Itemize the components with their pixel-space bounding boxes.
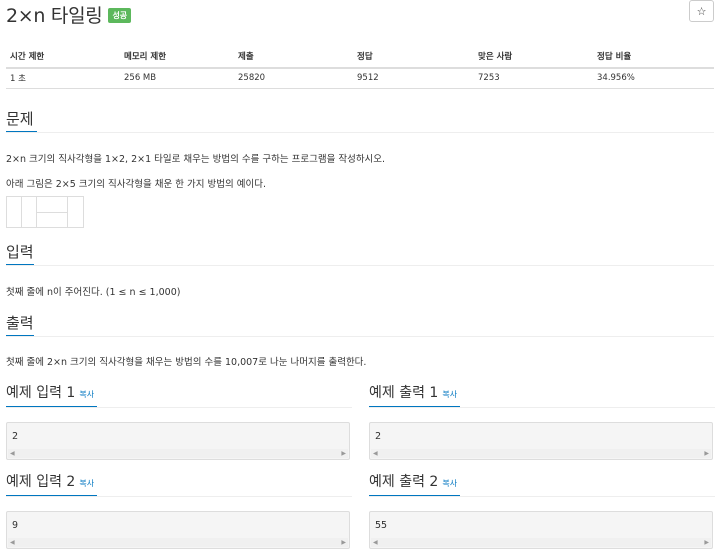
tile-vertical (67, 196, 84, 228)
tiling-figure (6, 196, 84, 228)
info-header: 맞은 사람 (474, 44, 593, 69)
sample-title-text: 예제 출력 1 (369, 385, 439, 401)
sample-title-text: 예제 입력 2 (6, 474, 76, 490)
sample-box[interactable]: 9 ◀ ▶ (6, 511, 350, 549)
problem-example-caption: 아래 그림은 2×5 크기의 직사각형을 채운 한 가지 방법의 예이다. (6, 179, 267, 190)
status-badge: 성공 (108, 8, 132, 23)
scroll-left-icon[interactable]: ◀ (10, 539, 15, 546)
copy-link[interactable]: 복사 (442, 390, 457, 399)
tile-horizontal (36, 212, 68, 228)
section-divider (6, 336, 714, 337)
info-header: 정답 (353, 44, 474, 69)
input-heading: 입력 (6, 241, 34, 266)
scroll-left-icon[interactable]: ◀ (373, 450, 378, 457)
star-icon: ☆ (696, 4, 707, 18)
copy-link[interactable]: 복사 (79, 390, 94, 399)
scroll-right-icon[interactable]: ▶ (341, 539, 346, 546)
sample-box[interactable]: 2 ◀ ▶ (369, 422, 713, 460)
info-header: 메모리 제한 (120, 44, 234, 69)
sample-title-text: 예제 입력 1 (6, 385, 76, 401)
problem-heading: 문제 (6, 108, 37, 133)
info-value: 34.956% (593, 68, 714, 89)
info-header: 시간 제한 (6, 44, 120, 69)
section-divider (369, 496, 715, 497)
section-divider (6, 496, 352, 497)
sample-value: 9 (12, 520, 19, 531)
info-value: 1 초 (6, 68, 120, 89)
sample-title: 예제 입력 2 복사 (6, 471, 94, 491)
sample-title: 예제 출력 2 복사 (369, 471, 457, 491)
sample-title: 예제 출력 1 복사 (369, 382, 457, 402)
section-divider (6, 265, 714, 266)
info-value: 25820 (234, 68, 353, 89)
section-divider (6, 132, 714, 133)
title-row: 2×n 타일링 성공 (6, 0, 132, 28)
info-header: 정답 비율 (593, 44, 714, 69)
problem-title: 2×n 타일링 (6, 4, 103, 27)
sample-title-text: 예제 출력 2 (369, 474, 439, 490)
output-heading: 출력 (6, 312, 34, 337)
tile-horizontal (36, 196, 68, 213)
info-value: 256 MB (120, 68, 234, 89)
scroll-right-icon[interactable]: ▶ (341, 450, 346, 457)
section-divider (369, 407, 715, 408)
scroll-left-icon[interactable]: ◀ (373, 539, 378, 546)
info-value: 9512 (353, 68, 474, 89)
sample-value: 2 (375, 431, 382, 442)
info-header: 제출 (234, 44, 353, 69)
horizontal-scrollbar[interactable]: ◀ ▶ (371, 449, 711, 458)
info-value: 7253 (474, 68, 593, 89)
info-header-row: 시간 제한 메모리 제한 제출 정답 맞은 사람 정답 비율 (6, 44, 714, 69)
copy-link[interactable]: 복사 (442, 479, 457, 488)
scroll-right-icon[interactable]: ▶ (704, 539, 709, 546)
scroll-left-icon[interactable]: ◀ (10, 450, 15, 457)
problem-info-table: 시간 제한 메모리 제한 제출 정답 맞은 사람 정답 비율 1 초 256 M… (6, 44, 714, 89)
problem-heading-text: 문제 (6, 110, 34, 128)
copy-link[interactable]: 복사 (79, 479, 94, 488)
sample-box[interactable]: 2 ◀ ▶ (6, 422, 350, 460)
scroll-right-icon[interactable]: ▶ (704, 450, 709, 457)
sample-title: 예제 입력 1 복사 (6, 382, 94, 402)
sample-box[interactable]: 55 ◀ ▶ (369, 511, 713, 549)
horizontal-scrollbar[interactable]: ◀ ▶ (371, 538, 711, 547)
horizontal-scrollbar[interactable]: ◀ ▶ (8, 538, 348, 547)
horizontal-scrollbar[interactable]: ◀ ▶ (8, 449, 348, 458)
input-heading-text: 입력 (6, 243, 34, 261)
info-value-row: 1 초 256 MB 25820 9512 7253 34.956% (6, 68, 714, 89)
problem-description: 2×n 크기의 직사각형을 1×2, 2×1 타일로 채우는 방법의 수를 구하… (6, 154, 386, 165)
input-description: 첫째 줄에 n이 주어진다. (1 ≤ n ≤ 1,000) (6, 287, 181, 298)
output-heading-text: 출력 (6, 314, 34, 332)
sample-value: 55 (375, 520, 388, 531)
sample-value: 2 (12, 431, 19, 442)
tile-vertical (6, 196, 22, 228)
tile-vertical (21, 196, 37, 228)
section-divider (6, 407, 352, 408)
star-button[interactable]: ☆ (689, 0, 714, 22)
output-description: 첫째 줄에 2×n 크기의 직사각형을 채우는 방법의 수를 10,007로 나… (6, 357, 367, 368)
